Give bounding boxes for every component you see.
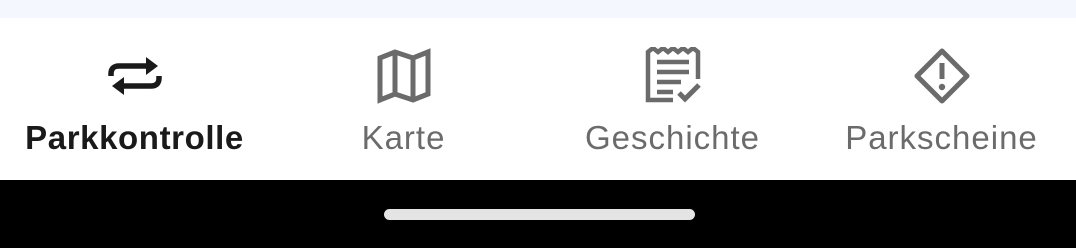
nav-item-parkkontrolle[interactable]: Parkkontrolle (0, 18, 269, 180)
content-strip (0, 0, 1076, 18)
repeat-icon (0, 50, 269, 102)
map-icon (269, 48, 538, 104)
nav-label-parkscheine: Parkscheine (845, 119, 1038, 156)
nav-item-geschichte[interactable]: Geschichte (538, 18, 807, 180)
home-gesture-handle[interactable] (384, 209, 695, 220)
bottom-navigation-bar: Parkkontrolle Karte Geschichte Parkschei… (0, 18, 1076, 180)
nav-item-parkscheine[interactable]: Parkscheine (807, 18, 1076, 180)
nav-label-parkkontrolle: Parkkontrolle (25, 119, 244, 156)
system-navigation-bar (0, 180, 1076, 248)
nav-item-karte[interactable]: Karte (269, 18, 538, 180)
receipt-check-icon (538, 47, 807, 103)
nav-label-geschichte: Geschichte (584, 119, 761, 156)
warning-diamond-icon (807, 48, 1076, 104)
nav-label-karte: Karte (361, 119, 446, 156)
